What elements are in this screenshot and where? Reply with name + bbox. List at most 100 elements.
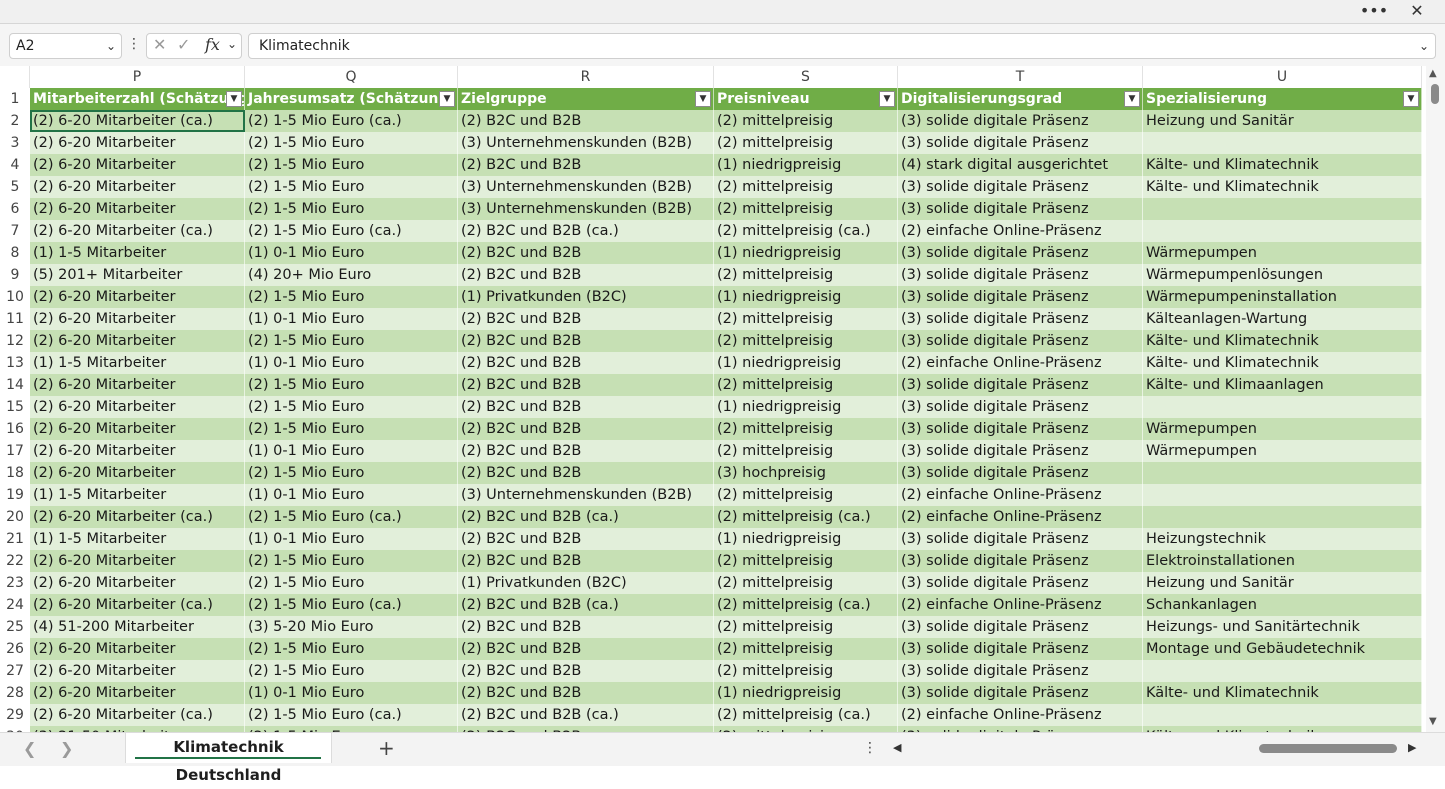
table-cell[interactable]: (3) solide digitale Präsenz: [898, 198, 1143, 220]
table-cell[interactable]: (2) B2C und B2B: [458, 616, 714, 638]
sheet-tab[interactable]: Klimatechnik Deutschland: [125, 733, 332, 784]
table-cell[interactable]: (3) Unternehmenskunden (B2B): [458, 198, 714, 220]
table-cell[interactable]: (2) mittelpreisig (ca.): [714, 220, 898, 242]
table-cell[interactable]: (2) mittelpreisig: [714, 176, 898, 198]
column-header-u[interactable]: U: [1143, 66, 1422, 88]
table-cell[interactable]: Heizung und Sanitär: [1143, 110, 1422, 132]
table-cell[interactable]: (2) 6-20 Mitarbeiter: [30, 550, 245, 572]
table-cell[interactable]: (2) B2C und B2B: [458, 440, 714, 462]
row-header[interactable]: 26: [0, 638, 30, 660]
table-header-cell[interactable]: Spezialisierung ▼: [1143, 88, 1422, 110]
table-cell[interactable]: (2) mittelpreisig: [714, 638, 898, 660]
table-cell[interactable]: (1) niedrigpreisig: [714, 352, 898, 374]
table-cell[interactable]: (1) 0-1 Mio Euro: [245, 440, 458, 462]
table-cell[interactable]: (2) einfache Online-Präsenz: [898, 594, 1143, 616]
table-cell[interactable]: (1) niedrigpreisig: [714, 396, 898, 418]
chevron-down-icon[interactable]: ⌄: [1419, 34, 1429, 58]
table-cell[interactable]: (2) B2C und B2B: [458, 550, 714, 572]
fx-icon[interactable]: fx: [205, 35, 220, 54]
add-sheet-button[interactable]: +: [378, 736, 395, 760]
vertical-scroll-thumb[interactable]: [1431, 84, 1439, 104]
table-cell[interactable]: (1) niedrigpreisig: [714, 682, 898, 704]
table-cell[interactable]: (2) 6-20 Mitarbeiter: [30, 374, 245, 396]
table-cell[interactable]: (2) 6-20 Mitarbeiter (ca.): [30, 220, 245, 242]
formula-input[interactable]: Klimatechnik ⌄: [248, 33, 1436, 59]
table-cell[interactable]: (2) B2C und B2B: [458, 682, 714, 704]
name-box[interactable]: A2 ⌄: [9, 33, 122, 59]
table-cell[interactable]: (2) B2C und B2B: [458, 374, 714, 396]
table-cell[interactable]: (2) 1-5 Mio Euro (ca.): [245, 506, 458, 528]
table-cell[interactable]: [1143, 220, 1422, 242]
table-cell[interactable]: Montage und Gebäudetechnik: [1143, 638, 1422, 660]
table-cell[interactable]: (2) B2C und B2B: [458, 462, 714, 484]
table-cell[interactable]: Wärmepumpenlösungen: [1143, 264, 1422, 286]
table-cell[interactable]: (2) B2C und B2B: [458, 418, 714, 440]
table-cell[interactable]: (3) solide digitale Präsenz: [898, 682, 1143, 704]
table-cell[interactable]: (2) 6-20 Mitarbeiter (ca.): [30, 506, 245, 528]
row-header[interactable]: 29: [0, 704, 30, 726]
row-header[interactable]: 1: [0, 88, 30, 110]
table-cell[interactable]: (1) 0-1 Mio Euro: [245, 682, 458, 704]
row-header[interactable]: 18: [0, 462, 30, 484]
table-cell[interactable]: (3) solide digitale Präsenz: [898, 374, 1143, 396]
table-cell[interactable]: (2) 6-20 Mitarbeiter (ca.): [30, 110, 245, 132]
column-header-p[interactable]: P: [30, 66, 245, 88]
table-cell[interactable]: (2) B2C und B2B (ca.): [458, 506, 714, 528]
table-header-cell[interactable]: Preisniveau ▼: [714, 88, 898, 110]
chevron-down-icon[interactable]: ⌄: [106, 34, 116, 58]
table-cell[interactable]: [1143, 198, 1422, 220]
table-cell[interactable]: (1) 0-1 Mio Euro: [245, 352, 458, 374]
table-cell[interactable]: (2) 1-5 Mio Euro (ca.): [245, 594, 458, 616]
filter-dropdown-icon[interactable]: ▼: [695, 91, 711, 107]
table-cell[interactable]: (2) B2C und B2B: [458, 638, 714, 660]
filter-dropdown-icon[interactable]: ▼: [226, 91, 242, 107]
table-cell[interactable]: Kälte- und Klimatechnik: [1143, 352, 1422, 374]
row-header[interactable]: 23: [0, 572, 30, 594]
table-cell[interactable]: (2) 1-5 Mio Euro: [245, 572, 458, 594]
table-cell[interactable]: Heizungstechnik: [1143, 528, 1422, 550]
table-cell[interactable]: (2) 1-5 Mio Euro: [245, 176, 458, 198]
table-cell[interactable]: (3) solide digitale Präsenz: [898, 462, 1143, 484]
vertical-dots-icon[interactable]: ⋮: [127, 36, 141, 56]
select-all-corner[interactable]: [0, 66, 30, 88]
table-cell[interactable]: (2) B2C und B2B: [458, 110, 714, 132]
table-cell[interactable]: [1143, 660, 1422, 682]
more-options-icon[interactable]: •••: [1357, 0, 1391, 24]
table-cell[interactable]: (1) 0-1 Mio Euro: [245, 242, 458, 264]
table-cell[interactable]: (1) niedrigpreisig: [714, 242, 898, 264]
row-header[interactable]: 7: [0, 220, 30, 242]
table-cell[interactable]: (3) solide digitale Präsenz: [898, 660, 1143, 682]
table-cell[interactable]: (2) 1-5 Mio Euro (ca.): [245, 704, 458, 726]
table-cell[interactable]: (2) mittelpreisig (ca.): [714, 594, 898, 616]
table-cell[interactable]: (1) 0-1 Mio Euro: [245, 308, 458, 330]
table-cell[interactable]: (2) B2C und B2B: [458, 528, 714, 550]
table-cell[interactable]: (1) niedrigpreisig: [714, 154, 898, 176]
table-cell[interactable]: (1) Privatkunden (B2C): [458, 286, 714, 308]
table-cell[interactable]: (2) mittelpreisig: [714, 198, 898, 220]
table-cell[interactable]: (2) einfache Online-Präsenz: [898, 506, 1143, 528]
row-header[interactable]: 2: [0, 110, 30, 132]
table-cell[interactable]: Kälte- und Klimatechnik: [1143, 176, 1422, 198]
row-header[interactable]: 19: [0, 484, 30, 506]
table-cell[interactable]: (3) solide digitale Präsenz: [898, 132, 1143, 154]
table-cell[interactable]: (2) mittelpreisig (ca.): [714, 704, 898, 726]
table-cell[interactable]: (2) mittelpreisig (ca.): [714, 506, 898, 528]
table-cell[interactable]: (1) Privatkunden (B2C): [458, 572, 714, 594]
table-cell[interactable]: [1143, 462, 1422, 484]
table-cell[interactable]: (3) solide digitale Präsenz: [898, 572, 1143, 594]
close-icon[interactable]: ✕: [1400, 0, 1434, 24]
cancel-icon[interactable]: ✕: [153, 35, 166, 54]
table-cell[interactable]: (2) 1-5 Mio Euro: [245, 462, 458, 484]
table-cell[interactable]: (3) 5-20 Mio Euro: [245, 616, 458, 638]
row-header[interactable]: 15: [0, 396, 30, 418]
table-cell[interactable]: (2) 1-5 Mio Euro: [245, 198, 458, 220]
table-cell[interactable]: (2) 1-5 Mio Euro: [245, 132, 458, 154]
table-cell[interactable]: (2) 1-5 Mio Euro: [245, 330, 458, 352]
table-header-cell[interactable]: Mitarbeiterzahl (Schätzung) ▼: [30, 88, 245, 110]
table-cell[interactable]: (1) 0-1 Mio Euro: [245, 528, 458, 550]
table-cell[interactable]: (3) solide digitale Präsenz: [898, 616, 1143, 638]
table-cell[interactable]: [1143, 484, 1422, 506]
table-cell[interactable]: (2) mittelpreisig: [714, 330, 898, 352]
horizontal-scroll-thumb[interactable]: [1259, 744, 1397, 753]
scroll-right-icon[interactable]: ▶: [1408, 741, 1416, 754]
